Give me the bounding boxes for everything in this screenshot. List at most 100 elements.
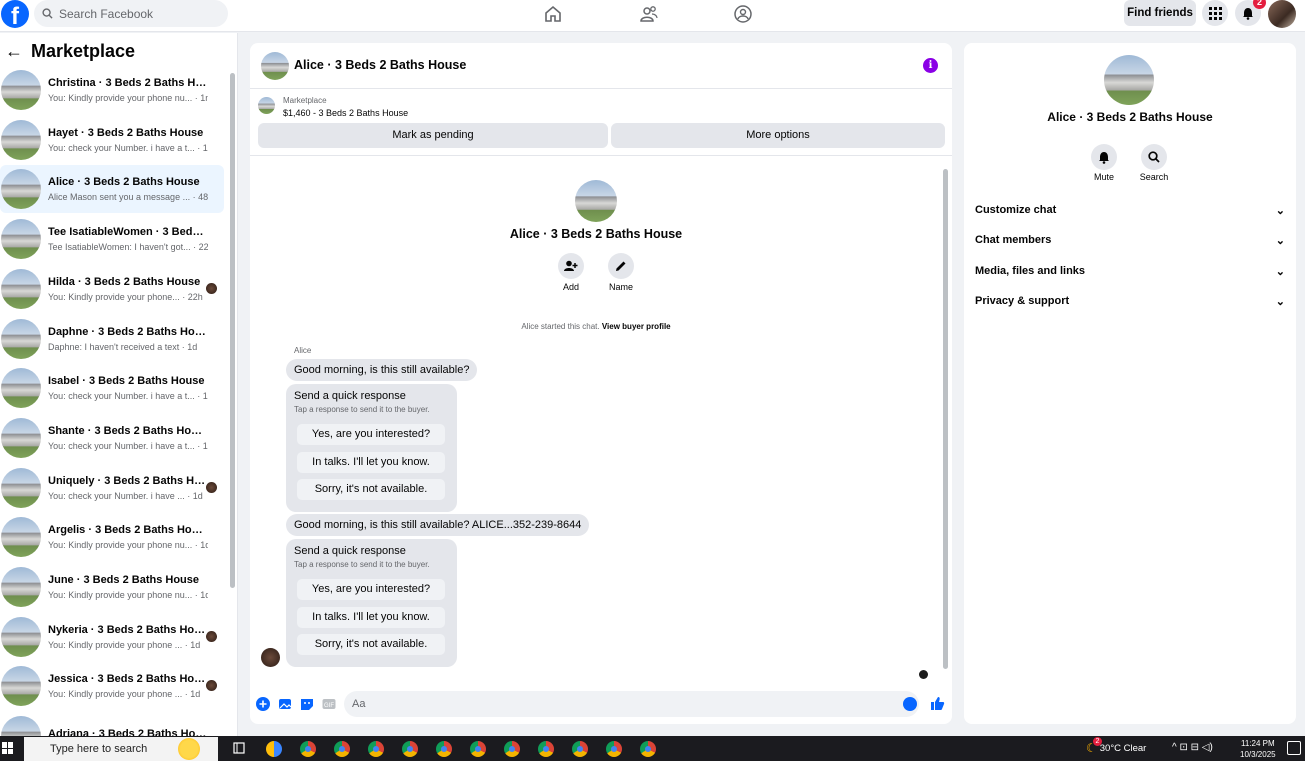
svg-text:GIF: GIF <box>324 703 334 709</box>
conversation-avatar <box>1 219 41 260</box>
search-in-chat-button[interactable] <box>1141 144 1167 170</box>
chrome-icon[interactable] <box>436 741 452 757</box>
friends-icon[interactable] <box>639 4 659 24</box>
conversation-item[interactable]: Daphne · 3 Beds 2 Baths House Daphne: I h… <box>0 315 224 363</box>
conversation-item[interactable]: Jessica · 3 Beds 2 Baths House You: Kindl… <box>0 662 224 710</box>
conversation-text: Adriana · 3 Beds 2 Baths House <box>48 728 208 736</box>
chrome-icon[interactable] <box>538 741 554 757</box>
conversation-preview: You: Kindly provide your phone nu... · 1… <box>48 590 208 600</box>
weather-badge: 2 <box>1093 737 1102 746</box>
conversation-name: Isabel · 3 Beds 2 Baths House <box>48 375 205 388</box>
conversation-item[interactable]: Christina · 3 Beds 2 Baths House You: Kin… <box>0 66 224 114</box>
quick-reply-option[interactable]: Yes, are you interested? <box>297 579 445 600</box>
system-tray-icons[interactable]: ^ ⊡ ⊟ ◁) <box>1172 742 1213 753</box>
view-buyer-profile-link[interactable]: View buyer profile <box>602 322 671 331</box>
conversation-item[interactable]: Hilda · 3 Beds 2 Baths House You: Kindly … <box>0 265 224 313</box>
thumbs-up-icon[interactable] <box>930 696 945 711</box>
find-friends-button[interactable]: Find friends <box>1124 0 1196 26</box>
add-button[interactable] <box>558 253 584 279</box>
notification-center-icon[interactable] <box>1287 741 1301 755</box>
chrome-icon[interactable] <box>606 741 622 757</box>
quick-reply-option[interactable]: Sorry, it's not available. <box>297 479 445 500</box>
sticker-icon[interactable] <box>300 697 314 711</box>
privacy-support-section[interactable]: Privacy & support ⌄ <box>975 291 1285 311</box>
conversation-item[interactable]: Uniquely · 3 Beds 2 Baths Hou... You: che… <box>0 464 224 512</box>
message-input[interactable]: Aa <box>344 691 919 717</box>
chat-header-avatar[interactable] <box>261 52 289 80</box>
conversation-item[interactable]: Argelis · 3 Beds 2 Baths House You: Kindl… <box>0 513 224 561</box>
plus-circle-icon[interactable] <box>256 697 270 711</box>
chrome-icon[interactable] <box>300 741 316 757</box>
chat-title[interactable]: Alice · 3 Beds 2 Baths House <box>294 58 466 72</box>
sidebar-scrollbar[interactable] <box>230 73 235 588</box>
conversation-item[interactable]: Nykeria · 3 Beds 2 Baths House You: Kindl… <box>0 613 224 661</box>
conversation-name: Tee IsatiableWomen · 3 Beds 2 B... <box>48 226 208 239</box>
top-navbar: f Search Facebook Find friends 2 <box>0 0 1305 32</box>
clock-date: 10/3/2025 <box>1240 750 1276 759</box>
search-facebook-input[interactable]: Search Facebook <box>34 0 228 27</box>
chat-members-section[interactable]: Chat members ⌄ <box>975 230 1285 250</box>
chrome-icon[interactable] <box>572 741 588 757</box>
divider <box>250 155 952 156</box>
conversation-item[interactable]: Shante · 3 Beds 2 Baths House You: check … <box>0 414 224 462</box>
quick-reply-option[interactable]: Yes, are you interested? <box>297 424 445 445</box>
conversation-name: Daphne · 3 Beds 2 Baths House <box>48 325 208 338</box>
conversation-name: June · 3 Beds 2 Baths House <box>48 574 199 586</box>
quick-reply-option[interactable]: Sorry, it's not available. <box>297 634 445 655</box>
chrome-icon[interactable] <box>334 741 350 757</box>
menu-grid-button[interactable] <box>1202 0 1228 26</box>
chevron-down-icon: ⌄ <box>1275 234 1285 247</box>
add-person-icon <box>564 260 578 271</box>
taskbar-app-icon[interactable] <box>266 741 282 757</box>
chat-scrollbar[interactable] <box>943 169 948 669</box>
quick-reply-option[interactable]: In talks. I'll let you know. <box>297 607 445 628</box>
task-view-icon[interactable] <box>233 742 245 754</box>
facebook-logo[interactable]: f <box>1 0 29 28</box>
conversation-avatar <box>1 567 41 607</box>
info-icon[interactable]: i <box>923 58 938 73</box>
media-files-links-section[interactable]: Media, files and links ⌄ <box>975 261 1285 281</box>
more-options-button[interactable]: More options <box>611 123 945 148</box>
name-label: Name <box>608 282 633 292</box>
chrome-icon[interactable] <box>402 741 418 757</box>
conversation-item[interactable]: Tee IsatiableWomen · 3 Beds 2 B... Tee Is… <box>0 215 224 263</box>
taskbar-clock[interactable]: 11:24 PM 10/3/2025 <box>1240 738 1276 760</box>
conversation-item[interactable]: Alice · 3 Beds 2 Baths House Alice Mason … <box>0 165 224 214</box>
taskbar-weather[interactable]: ☾ 2 30°C Clear <box>1086 736 1146 761</box>
message-bubble[interactable]: Good morning, is this still available? A… <box>286 514 590 536</box>
mute-button[interactable] <box>1091 144 1117 170</box>
quick-reply-option[interactable]: In talks. I'll let you know. <box>297 452 445 473</box>
conversation-item[interactable]: Adriana · 3 Beds 2 Baths House <box>0 712 224 736</box>
back-arrow-icon[interactable]: ← <box>5 41 23 62</box>
name-button[interactable] <box>608 253 634 279</box>
conversation-item[interactable]: Isabel · 3 Beds 2 Baths House You: check … <box>0 364 224 412</box>
photo-icon[interactable] <box>278 697 292 711</box>
conversation-avatar <box>1 666 41 707</box>
conversation-avatar <box>1 169 41 210</box>
emoji-icon[interactable] <box>903 697 917 711</box>
conversation-item[interactable]: June · 3 Beds 2 Baths House You: Kindly p… <box>0 563 224 611</box>
home-icon[interactable] <box>543 4 563 24</box>
search-icon <box>1148 151 1160 163</box>
read-receipt-avatar <box>206 481 217 493</box>
windows-start-icon[interactable] <box>2 742 14 754</box>
conversation-avatar <box>1 368 41 409</box>
conversation-avatar <box>1 616 41 657</box>
chrome-icon[interactable] <box>640 741 656 757</box>
chrome-icon[interactable] <box>504 741 520 757</box>
chat-center-title: Alice · 3 Beds 2 Baths House <box>509 227 683 241</box>
pencil-icon <box>616 261 626 271</box>
mark-as-pending-button[interactable]: Mark as pending <box>258 123 608 148</box>
grid-icon <box>1208 6 1222 20</box>
gif-icon[interactable]: GIF <box>322 697 336 711</box>
account-avatar[interactable] <box>1268 0 1296 28</box>
customize-chat-section[interactable]: Customize chat ⌄ <box>975 200 1285 220</box>
chrome-icon[interactable] <box>470 741 486 757</box>
groups-icon[interactable] <box>733 4 753 24</box>
message-bubble[interactable]: Good morning, is this still available? <box>286 359 478 381</box>
bell-icon <box>1243 7 1253 20</box>
conversation-item[interactable]: Hayet · 3 Beds 2 Baths House You: check y… <box>0 116 224 164</box>
read-receipt-avatar <box>206 630 217 642</box>
chrome-icon[interactable] <box>368 741 384 757</box>
conversation-preview: You: check your Number. i have a t... · … <box>48 142 208 153</box>
